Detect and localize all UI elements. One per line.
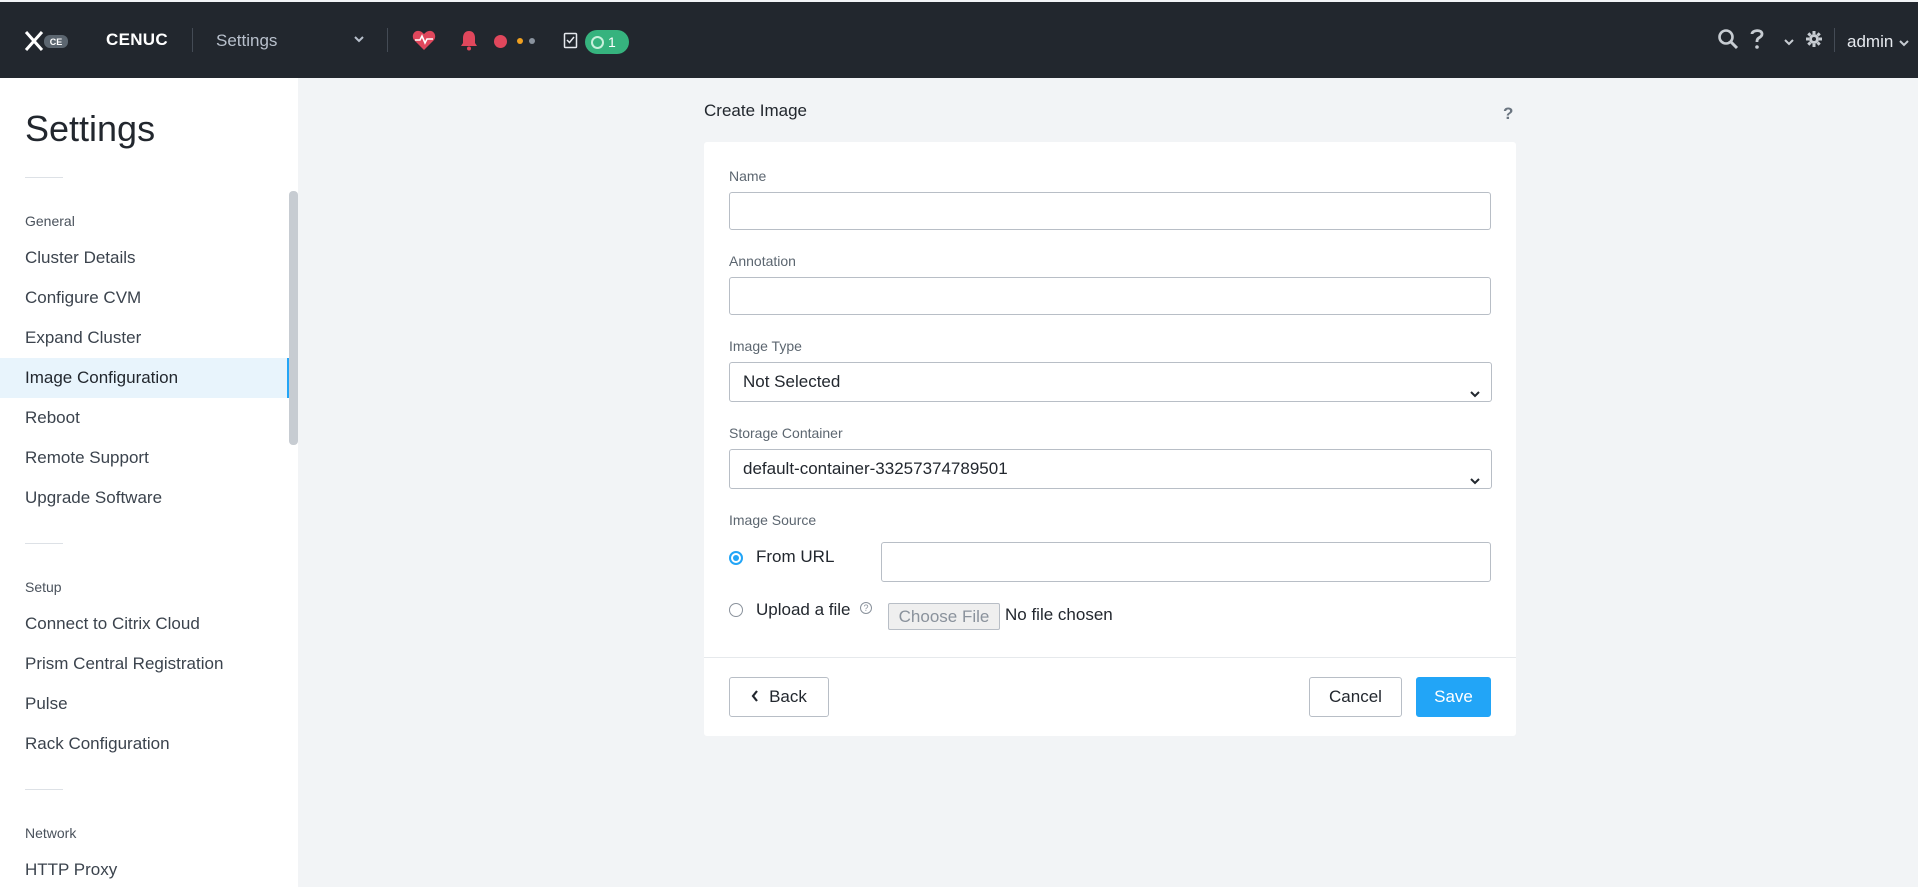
divider [1834,28,1835,52]
chevron-left-icon [751,678,759,716]
chevron-down-icon [1469,463,1481,501]
sidebar-item-reboot[interactable]: Reboot [0,398,290,438]
page-title: Create Image [704,101,807,120]
chevron-down-icon [1469,376,1481,414]
warning-alert-indicator[interactable] [517,38,523,44]
sidebar-scrollbar[interactable] [289,191,298,445]
divider [25,543,63,544]
logo-badge-text: CE [50,37,63,47]
help-icon[interactable]: ? [1503,104,1513,124]
sidebar-item-upgrade-software[interactable]: Upgrade Software [0,478,290,518]
settings-sidebar: Settings General Cluster Details Configu… [0,78,298,887]
sidebar-item-prism-central-registration[interactable]: Prism Central Registration [0,644,290,684]
divider [25,177,63,178]
divider [387,28,388,52]
upload-file-radio[interactable] [729,603,743,617]
top-nav-bar: CE CENUC Settings 1 admin [0,2,1918,78]
sidebar-item-http-proxy[interactable]: HTTP Proxy [0,850,290,887]
search-icon[interactable] [1717,28,1739,55]
sidebar-item-pulse[interactable]: Pulse [0,684,290,724]
cancel-button[interactable]: Cancel [1309,677,1402,717]
tasks-icon[interactable] [563,31,579,54]
prism-logo-icon[interactable]: CE [24,30,76,52]
chevron-down-icon[interactable] [352,32,366,46]
user-menu[interactable]: admin [1847,32,1893,52]
from-url-radio[interactable] [729,551,743,565]
info-icon[interactable]: ? [860,602,872,614]
sidebar-item-cluster-details[interactable]: Cluster Details [0,238,290,278]
image-type-value: Not Selected [743,372,841,391]
image-type-select[interactable]: Not Selected [729,362,1492,402]
sidebar-item-rack-configuration[interactable]: Rack Configuration [0,724,290,764]
cluster-name[interactable]: CENUC [106,30,168,50]
sidebar-group-setup: Setup [25,579,62,595]
storage-container-select[interactable]: default-container-33257374789501 [729,449,1492,489]
task-count: 1 [608,34,616,50]
from-url-label[interactable]: From URL [756,547,834,567]
choose-file-button[interactable]: Choose File [888,603,1000,630]
alert-bell-icon[interactable] [458,29,480,56]
annotation-label: Annotation [729,253,796,269]
sidebar-title: Settings [25,108,156,149]
divider [25,789,63,790]
back-button[interactable]: Back [729,677,829,717]
image-type-label: Image Type [729,338,802,354]
info-alert-indicator[interactable] [529,38,535,44]
sidebar-item-connect-citrix-cloud[interactable]: Connect to Citrix Cloud [0,604,290,644]
task-progress-icon [591,36,604,49]
entity-selector[interactable]: Settings [216,31,277,51]
gear-icon[interactable] [1805,30,1823,53]
storage-container-value: default-container-33257374789501 [743,459,1008,478]
save-button[interactable]: Save [1416,677,1491,717]
sidebar-item-image-configuration[interactable]: Image Configuration [0,358,290,398]
annotation-input[interactable] [729,277,1491,315]
sidebar-item-remote-support[interactable]: Remote Support [0,438,290,478]
back-label: Back [769,687,807,706]
chevron-down-icon[interactable] [1783,35,1795,53]
file-status-text: No file chosen [1005,605,1113,624]
divider [192,28,193,52]
sidebar-item-configure-cvm[interactable]: Configure CVM [0,278,290,318]
chevron-down-icon[interactable] [1898,36,1910,54]
help-icon[interactable] [1749,28,1765,55]
sidebar-group-network: Network [25,825,77,841]
critical-alert-indicator[interactable] [494,35,507,48]
task-count-badge[interactable]: 1 [585,30,629,54]
image-source-label: Image Source [729,512,817,528]
sidebar-group-general: General [25,213,75,229]
create-image-form: Name Annotation Image Type Not Selected … [704,142,1516,736]
upload-file-label[interactable]: Upload a file [756,600,851,620]
image-url-input[interactable] [881,542,1491,582]
divider [704,657,1516,658]
name-label: Name [729,168,767,184]
health-icon[interactable] [412,29,436,56]
storage-container-label: Storage Container [729,425,843,441]
name-input[interactable] [729,192,1491,230]
sidebar-item-expand-cluster[interactable]: Expand Cluster [0,318,290,358]
